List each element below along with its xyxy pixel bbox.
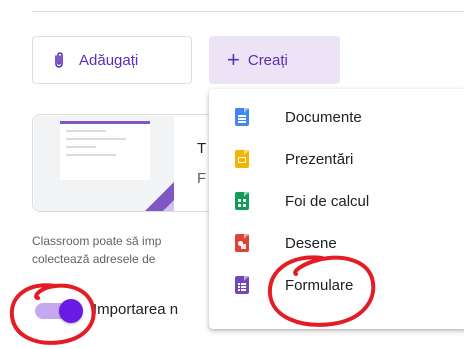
google-forms-icon [235, 276, 249, 294]
google-sheets-icon [235, 192, 249, 210]
menu-item-documente[interactable]: Documente [209, 97, 464, 137]
google-slides-icon [235, 150, 249, 168]
toggle-label: Importarea n [93, 301, 179, 318]
plus-icon: + [227, 47, 240, 72]
card-subtitle: F [197, 170, 207, 187]
form-preview-sheet [60, 121, 150, 180]
menu-item-label: Desene [285, 234, 337, 252]
google-docs-icon [235, 108, 249, 126]
menu-item-desene[interactable]: Desene [209, 223, 464, 263]
toggle-knob[interactable] [59, 299, 83, 323]
info-line-2: colectează adresele de [32, 252, 156, 266]
info-line-1: Classroom poate să imp [32, 234, 162, 248]
card-title: T [197, 140, 207, 157]
create-menu: Documente Prezentări Foi de calcul Desen… [209, 89, 464, 329]
form-attachment-card[interactable]: T F [32, 114, 232, 212]
top-divider [32, 11, 464, 12]
menu-item-prezentari[interactable]: Prezentări [209, 139, 464, 179]
add-button-label: Adăugați [79, 51, 139, 69]
paperclip-icon [55, 52, 63, 68]
menu-item-label: Foi de calcul [285, 192, 370, 210]
form-thumbnail [34, 116, 174, 211]
google-drawings-icon [235, 234, 249, 252]
info-text: Classroom poate să imp colectează adrese… [32, 232, 222, 268]
menu-item-label: Prezentări [285, 150, 354, 168]
menu-item-formulare[interactable]: Formulare [209, 265, 464, 305]
menu-item-label: Formulare [285, 276, 354, 294]
create-button[interactable]: + Creați [209, 36, 340, 84]
menu-item-label: Documente [285, 108, 362, 126]
add-button[interactable]: Adăugați [32, 36, 192, 84]
create-button-label: Creați [247, 51, 288, 69]
menu-item-foi-de-calcul[interactable]: Foi de calcul [209, 181, 464, 221]
